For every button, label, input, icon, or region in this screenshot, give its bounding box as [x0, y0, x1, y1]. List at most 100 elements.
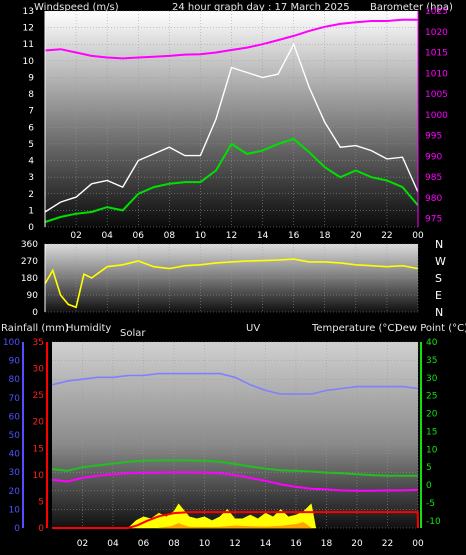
- direction-y-tick-label: 90: [27, 291, 39, 301]
- wind-y-tick-label: 10: [23, 57, 35, 67]
- wind-y-tick-label: 8: [28, 90, 34, 100]
- rainfall-tick-label: 30: [33, 365, 45, 375]
- wind-y-tick-label: 5: [28, 140, 34, 150]
- wind-y-tick-label: 12: [23, 24, 34, 34]
- temperature-tick-label: 15: [426, 427, 437, 437]
- wind-y-tick-label: 7: [28, 107, 34, 117]
- temperature-tick-label: 10: [426, 445, 438, 455]
- humidity-tick-label: 60: [9, 412, 21, 422]
- wind-chart-title: 24 hour graph day : 17 March 2025: [172, 2, 350, 13]
- rainfall-tick-label: 15: [33, 444, 44, 454]
- rainfall-tick-label: 0: [38, 524, 44, 534]
- rainfall-tick-label: 25: [33, 391, 44, 401]
- wind-x-tick-label: 08: [164, 231, 176, 241]
- temperature-tick-label: -10: [426, 517, 441, 527]
- wind-y-tick-label: 11: [23, 40, 34, 50]
- wind-x-tick-label: 20: [350, 231, 362, 241]
- barometer-tick-label: 1000: [425, 111, 448, 121]
- humidity-axis-label: Humidity: [66, 323, 111, 334]
- env-x-tick-label: 04: [107, 539, 119, 549]
- env-x-tick-label: 18: [321, 539, 333, 549]
- wind-x-tick-label: 16: [288, 231, 300, 241]
- compass-e: E: [435, 289, 442, 302]
- barometer-tick-label: 1020: [425, 28, 448, 38]
- barometer-tick-label: 1015: [425, 49, 448, 59]
- humidity-tick-label: 100: [3, 338, 20, 348]
- dew-point-axis-label: Dew Point (°C): [395, 323, 466, 334]
- direction-y-tick-label: 180: [21, 274, 38, 284]
- wind-x-tick-label: 10: [195, 231, 207, 241]
- wind-x-tick-label: 14: [257, 231, 269, 241]
- barometer-tick-label: 985: [425, 173, 442, 183]
- rainfall-tick-label: 20: [33, 418, 45, 428]
- wind-y-tick-label: 9: [28, 73, 34, 83]
- humidity-tick-label: 20: [9, 487, 21, 497]
- direction-ticks: 0 90 180 270 360: [21, 240, 46, 318]
- humidity-tick-label: 80: [9, 375, 21, 385]
- direction-y-tick-label: 360: [21, 240, 38, 250]
- weather-graphs: Windspeed (m/s) 24 hour graph day : 17 M…: [0, 0, 466, 555]
- direction-y-tick-label: 0: [32, 308, 38, 318]
- temperature-tick-label: 40: [426, 338, 438, 348]
- barometer-tick-label: 1005: [425, 90, 448, 100]
- env-x-tick-label: 08: [168, 539, 180, 549]
- env-x-tick-label: 10: [199, 539, 211, 549]
- compass-n-bottom: N: [435, 306, 443, 319]
- wind-y-tick-label: 13: [23, 7, 34, 17]
- weather-graph-canvas: Windspeed (m/s) 24 hour graph day : 17 M…: [0, 2, 466, 549]
- barometer-tick-label: 990: [425, 152, 442, 162]
- wind-y-tick-label: 1: [28, 206, 34, 216]
- env-x-tick-label: 16: [290, 539, 302, 549]
- wind-y-tick-label: 0: [28, 223, 34, 233]
- wind-x-tick-label: 18: [319, 231, 331, 241]
- wind-x-tick-label: 04: [101, 231, 113, 241]
- wind-y-tick-label: 2: [28, 190, 34, 200]
- rainfall-tick-label: 5: [38, 497, 44, 507]
- temperature-tick-label: 20: [426, 410, 438, 420]
- barometer-tick-label: 980: [425, 194, 442, 204]
- wind-x-tick-label: 12: [226, 231, 237, 241]
- env-x-tick-label: 14: [260, 539, 272, 549]
- barometer-tick-label: 975: [425, 215, 442, 225]
- wind-y-tick-label: 6: [28, 123, 34, 133]
- compass-w: W: [435, 255, 446, 268]
- compass-s: S: [435, 272, 442, 285]
- humidity-tick-label: 90: [9, 357, 21, 367]
- env-x-tick-label: 02: [77, 539, 88, 549]
- humidity-tick-label: 50: [9, 431, 21, 441]
- env-x-tick-label: 22: [382, 539, 393, 549]
- temperature-tick-label: 5: [426, 463, 432, 473]
- env-x-tick-label: 06: [138, 539, 150, 549]
- humidity-tick-label: 40: [9, 450, 21, 460]
- env-x-tick-label: 12: [229, 539, 240, 549]
- wind-x-tick-label: 22: [381, 231, 392, 241]
- temperature-tick-label: 0: [426, 481, 432, 491]
- env-x-tick-label: 20: [351, 539, 363, 549]
- humidity-tick-label: 70: [9, 394, 21, 404]
- barometer-tick-label: 1010: [425, 69, 448, 79]
- temperature-axis-label: Temperature (°C): [311, 323, 398, 334]
- barometer-tick-label: 1025: [425, 7, 448, 17]
- wind-x-tick-label: 02: [70, 231, 81, 241]
- humidity-tick-label: 0: [14, 524, 20, 534]
- rainfall-axis-label: Rainfall (mm): [1, 323, 69, 334]
- compass-n-top: N: [435, 238, 443, 251]
- wind-y-tick-label: 3: [28, 173, 34, 183]
- temperature-tick-label: -5: [426, 499, 435, 509]
- humidity-tick-label: 10: [9, 505, 21, 515]
- wind-x-tick-label: 00: [412, 231, 424, 241]
- humidity-tick-label: 30: [9, 468, 21, 478]
- temperature-tick-label: 35: [426, 356, 437, 366]
- rainfall-tick-label: 35: [33, 338, 44, 348]
- barometer-tick-label: 995: [425, 132, 442, 142]
- direction-y-tick-label: 270: [21, 257, 38, 267]
- wind-x-tick-label: 06: [133, 231, 145, 241]
- solar-label: Solar: [120, 328, 146, 339]
- uv-label: UV: [246, 323, 260, 334]
- wind-y-tick-label: 4: [28, 157, 34, 167]
- env-x-tick-label: 00: [412, 539, 424, 549]
- windspeed-axis-label: Windspeed (m/s): [34, 2, 119, 13]
- rainfall-tick-label: 10: [33, 471, 45, 481]
- temperature-tick-label: 25: [426, 392, 437, 402]
- temperature-tick-label: 30: [426, 374, 438, 384]
